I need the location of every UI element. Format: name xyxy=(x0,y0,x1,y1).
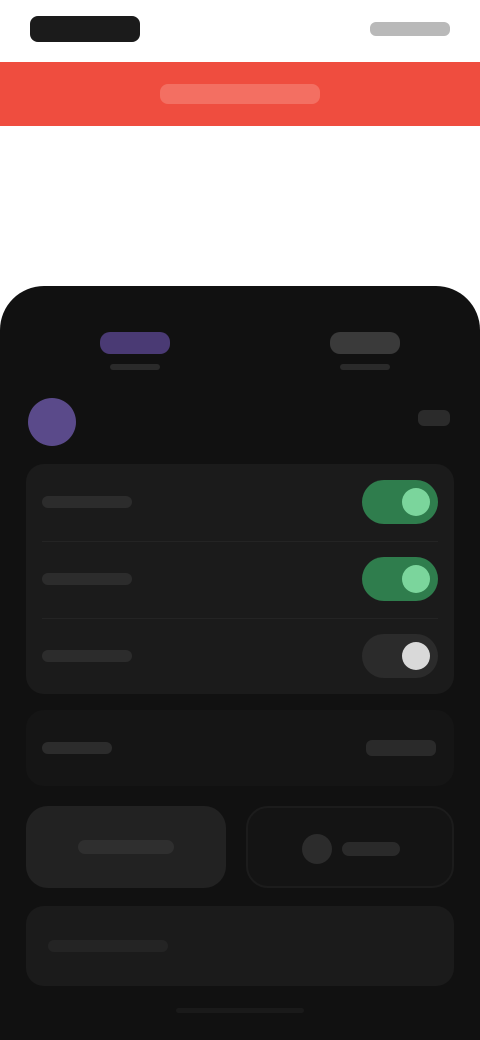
alert-banner-text xyxy=(160,84,320,104)
setting-toggle[interactable] xyxy=(362,557,438,601)
setting-toggle[interactable] xyxy=(362,480,438,524)
secondary-button[interactable] xyxy=(246,806,454,888)
info-label-area xyxy=(42,742,112,754)
status-bar xyxy=(0,0,480,56)
tab-left[interactable] xyxy=(80,322,190,382)
toggle-knob xyxy=(402,488,430,516)
content-gap xyxy=(0,126,480,286)
secondary-button-label-area xyxy=(342,842,400,856)
info-value-area xyxy=(366,740,436,756)
tab-left-underline xyxy=(110,364,160,370)
status-icons xyxy=(370,22,450,36)
setting-label-area xyxy=(42,650,132,662)
top-right-action[interactable] xyxy=(418,410,450,426)
tab-left-label-area xyxy=(100,332,170,354)
setting-toggle[interactable] xyxy=(362,634,438,678)
record-icon xyxy=(302,834,332,864)
primary-button-label-area xyxy=(78,840,174,854)
avatar[interactable] xyxy=(28,398,76,446)
app-screen xyxy=(0,0,480,1040)
setting-row[interactable] xyxy=(26,464,454,540)
toggle-knob xyxy=(402,642,430,670)
setting-label-area xyxy=(42,573,132,585)
setting-row[interactable] xyxy=(26,541,454,617)
tab-right-underline xyxy=(340,364,390,370)
home-indicator xyxy=(176,1008,304,1013)
info-row[interactable] xyxy=(26,710,454,786)
toggle-knob xyxy=(402,565,430,593)
tab-right[interactable] xyxy=(310,322,420,382)
alert-banner[interactable] xyxy=(0,62,480,126)
primary-button[interactable] xyxy=(26,806,226,888)
setting-label-area xyxy=(42,496,132,508)
bottom-card[interactable] xyxy=(26,906,454,986)
bottom-card-label-area xyxy=(48,940,168,952)
button-row xyxy=(26,806,454,888)
setting-row[interactable] xyxy=(26,618,454,694)
tab-right-label-area xyxy=(330,332,400,354)
status-time xyxy=(30,16,140,42)
bottom-sheet xyxy=(0,286,480,1040)
settings-panel xyxy=(26,464,454,694)
